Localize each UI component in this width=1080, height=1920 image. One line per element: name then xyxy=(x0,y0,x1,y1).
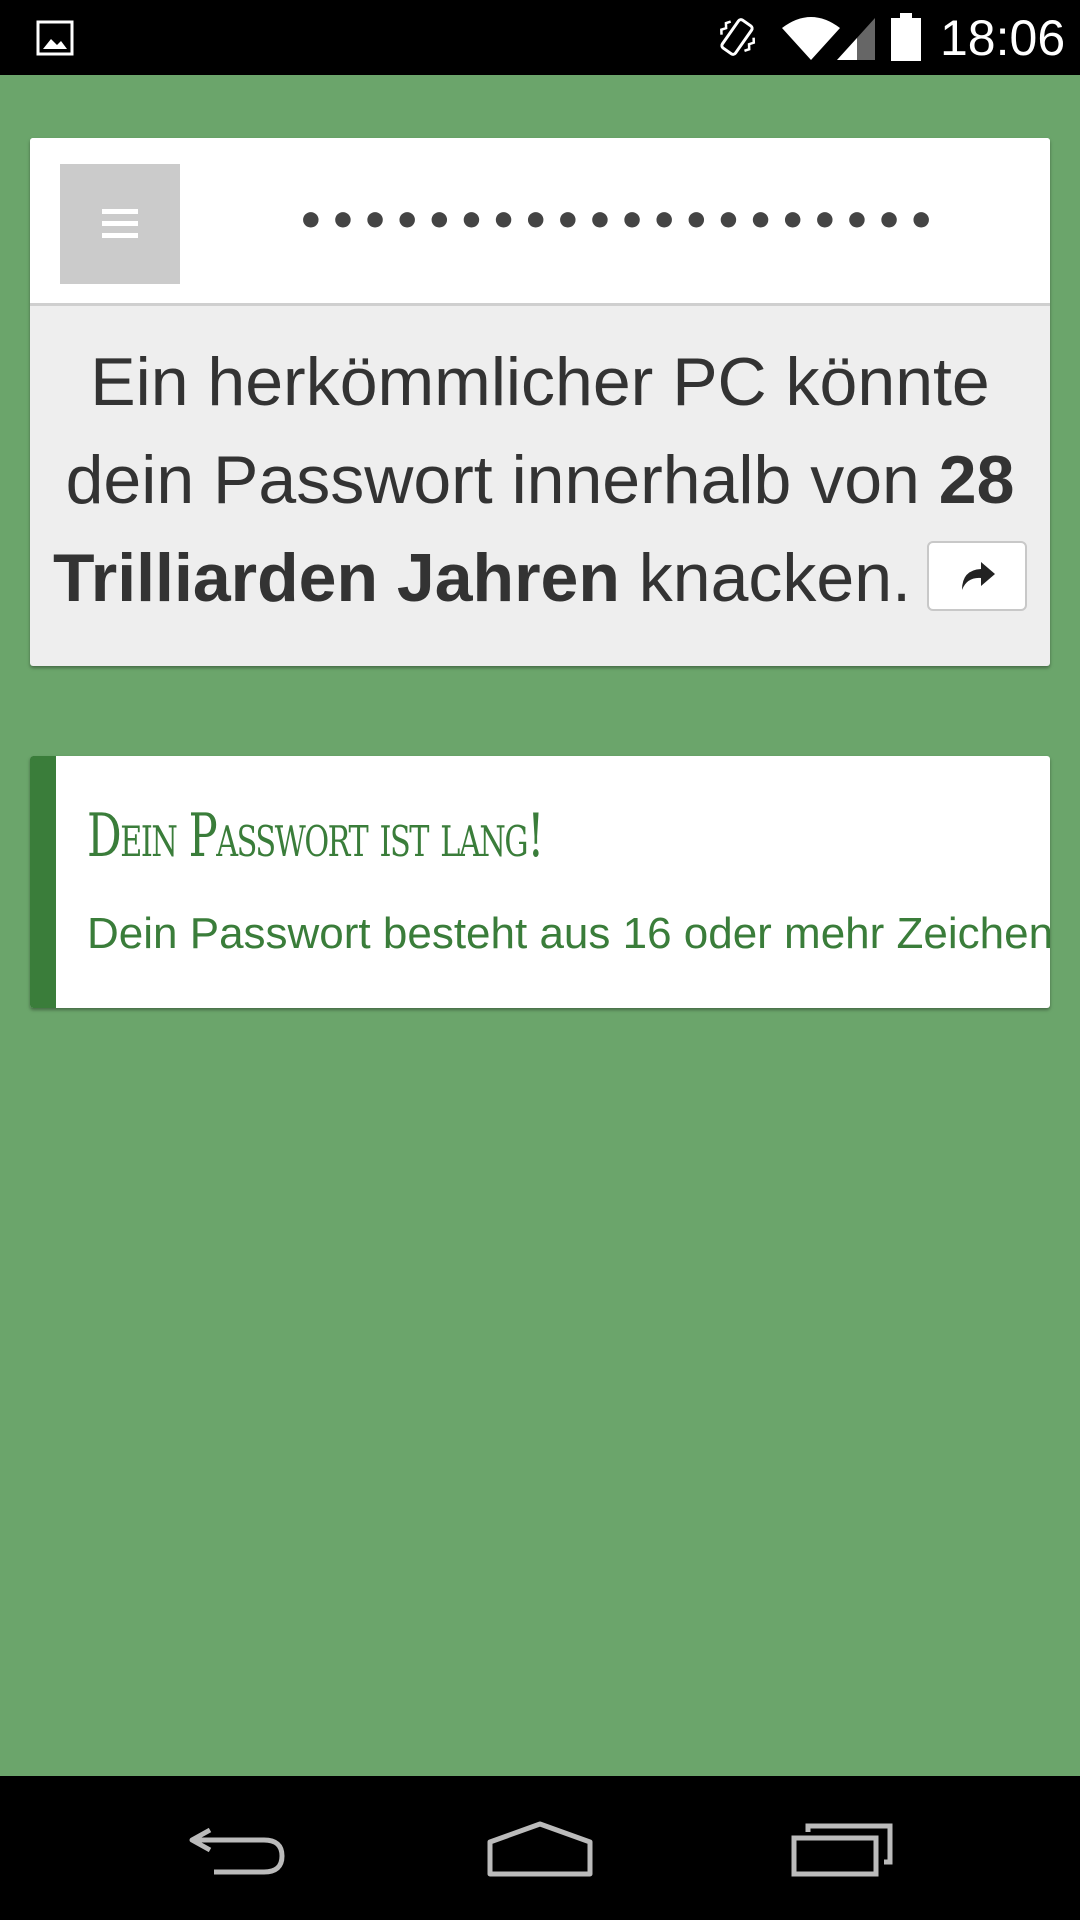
password-strength-card: Ein herkömmlicher PC könnte dein Passwor… xyxy=(30,138,1050,666)
navigation-bar xyxy=(0,1776,1080,1920)
status-bar: 18:06 xyxy=(0,0,1080,75)
password-input[interactable] xyxy=(266,170,970,272)
wifi-icon xyxy=(782,17,840,60)
app-screen: 18:06 Ein herkömmlicher PC könnte dein P… xyxy=(0,0,1080,1920)
back-icon[interactable] xyxy=(184,1818,294,1878)
menu-button[interactable] xyxy=(60,164,180,284)
battery-icon xyxy=(891,13,921,61)
recent-apps-icon[interactable] xyxy=(790,1818,894,1878)
crack-time-text-end: knacken. xyxy=(619,540,911,616)
gallery-icon xyxy=(36,20,74,56)
hamburger-menu-icon xyxy=(102,209,138,239)
feedback-card: Dein Passwort ist lang! Dein Passwort be… xyxy=(30,756,1050,1008)
crack-time-message: Ein herkömmlicher PC könnte dein Passwor… xyxy=(50,333,1030,627)
feedback-title: Dein Passwort ist lang! xyxy=(87,801,544,871)
signal-icon xyxy=(837,18,875,60)
vibrate-icon xyxy=(720,18,756,56)
feedback-accent-stripe xyxy=(30,756,56,1008)
password-header xyxy=(30,138,1050,306)
home-icon[interactable] xyxy=(484,1818,596,1878)
status-clock: 18:06 xyxy=(940,10,1066,66)
share-button[interactable] xyxy=(926,541,1027,612)
crack-time-text-start: Ein herkömmlicher PC könnte dein Passwor… xyxy=(65,344,990,518)
share-arrow-icon xyxy=(961,562,995,591)
feedback-text: Dein Passwort besteht aus 16 oder mehr Z… xyxy=(87,909,1050,958)
